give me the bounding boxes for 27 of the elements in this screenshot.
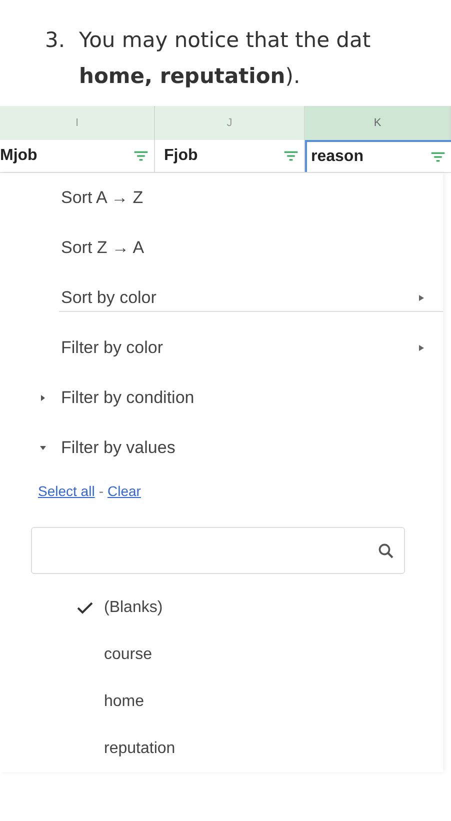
clear-link[interactable]: Clear — [107, 483, 141, 523]
separator: - — [98, 483, 104, 501]
instruction-text: You may notice that the dat — [79, 28, 371, 52]
search-icon — [378, 542, 394, 558]
instruction-text: home, reputation). — [79, 64, 302, 88]
value-option[interactable]: home — [0, 678, 443, 725]
value-option[interactable]: (Blanks) — [0, 584, 443, 631]
menu-item[interactable]: Filter by color — [0, 323, 443, 373]
list-number: 3. — [45, 28, 66, 54]
search-field[interactable] — [31, 527, 405, 574]
submenu-arrow-icon — [419, 345, 424, 351]
filter-icon[interactable] — [431, 152, 445, 162]
filter-icon[interactable] — [284, 151, 298, 161]
menu-item[interactable]: Sort A → Z — [0, 173, 443, 223]
column-header: Fjob — [164, 147, 198, 165]
menu-item[interactable]: Filter by condition — [0, 373, 443, 423]
select-all-link[interactable]: Select all — [38, 483, 95, 523]
menu-item[interactable]: Filter by values — [0, 423, 443, 473]
submenu-arrow-icon — [419, 295, 424, 301]
column-header: Mjob — [0, 147, 38, 165]
column-letter[interactable]: K — [305, 106, 451, 140]
menu-item[interactable]: Sort by color — [0, 273, 443, 323]
column-header: reason — [311, 148, 364, 166]
filter-icon[interactable] — [134, 151, 148, 161]
menu-item[interactable]: Sort Z → A — [0, 223, 443, 273]
value-option[interactable]: reputation — [0, 725, 443, 772]
value-option[interactable]: course — [0, 631, 443, 678]
